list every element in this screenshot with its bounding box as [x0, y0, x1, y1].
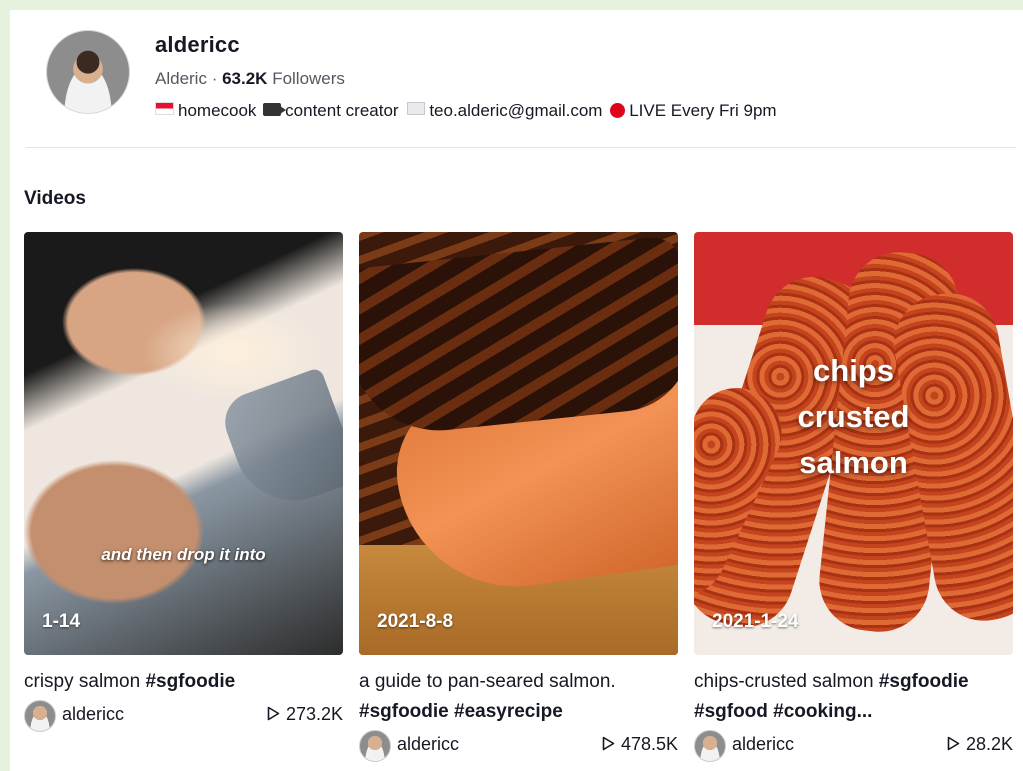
thumbnail-overlay-text: chips crusted salmon	[694, 348, 1013, 486]
envelope-icon	[407, 102, 426, 115]
play-icon	[602, 736, 615, 751]
video-meta: aldericc 478.5K	[359, 729, 678, 762]
video-tags[interactable]: #sgfoodie	[879, 671, 969, 692]
author-name[interactable]: aldericc	[397, 734, 459, 755]
video-title: chips-crusted salmon	[694, 671, 874, 692]
view-count-value: 478.5K	[620, 734, 678, 754]
profile-username[interactable]: aldericc	[155, 32, 240, 58]
video-caption[interactable]: crispy salmon #sgfoodie	[24, 667, 343, 697]
author-name[interactable]: aldericc	[62, 704, 124, 725]
followers-count: 63.2K	[222, 69, 268, 88]
video-title: crispy salmon	[24, 671, 141, 692]
view-count-value: 28.2K	[965, 734, 1013, 754]
video-tags[interactable]: #sgfoodie #easyrecipe	[359, 701, 563, 722]
profile-header: aldericc Alderic · 63.2K Followers homec…	[10, 10, 1023, 148]
bio-part-homecook: homecook	[178, 101, 257, 120]
singapore-flag-icon	[155, 102, 174, 115]
view-count: 273.2K	[267, 704, 343, 725]
subline-separator: ·	[206, 69, 223, 88]
bio-part-live: LIVE Every Fri 9pm	[629, 101, 777, 120]
author-avatar[interactable]	[359, 730, 391, 762]
bio-part-creator: content creator	[285, 101, 399, 120]
video-thumbnail[interactable]: chips crusted salmon 2021-1-24	[694, 232, 1013, 655]
author-avatar[interactable]	[694, 730, 726, 762]
video-tags[interactable]: #sgfoodie	[145, 671, 235, 692]
thumbnail-image	[359, 234, 678, 440]
profile-display-name: Alderic	[155, 69, 207, 88]
profile-avatar[interactable]	[46, 30, 130, 114]
profile-bio: homecook content creator teo.alderic@gma…	[155, 101, 777, 121]
view-count-value: 273.2K	[285, 704, 343, 724]
author-name[interactable]: aldericc	[732, 734, 794, 755]
overlay-line: crusted	[797, 399, 910, 434]
video-date: 2021-8-8	[377, 611, 454, 632]
video-card[interactable]: chips crusted salmon 2021-1-24 chips-cru…	[694, 232, 1013, 762]
overlay-line: salmon	[799, 445, 908, 480]
video-card[interactable]: and then drop it into 1-14 crispy salmon…	[24, 232, 343, 732]
red-circle-icon	[610, 103, 626, 118]
author-avatar[interactable]	[24, 700, 56, 732]
view-count: 478.5K	[602, 734, 678, 755]
video-date: 1-14	[42, 611, 81, 632]
overlay-line: chips	[813, 353, 894, 388]
video-thumbnail[interactable]: and then drop it into 1-14	[24, 232, 343, 655]
profile-page: aldericc Alderic · 63.2K Followers homec…	[10, 10, 1023, 771]
thumbnail-overlay-text: and then drop it into	[101, 545, 266, 564]
video-title: a guide to pan-seared salmon.	[359, 671, 616, 692]
bio-part-email: teo.alderic@gmail.com	[429, 101, 603, 120]
video-card[interactable]: 2021-8-8 a guide to pan-seared salmon. #…	[359, 232, 678, 762]
movie-camera-icon	[263, 103, 287, 116]
video-caption[interactable]: chips-crusted salmon #sgfoodie #sgfood #…	[694, 667, 1013, 727]
profile-subline: Alderic · 63.2K Followers	[155, 69, 345, 89]
thumbnail-image	[216, 366, 343, 518]
view-count: 28.2K	[947, 734, 1013, 755]
play-icon	[267, 706, 280, 721]
video-tags[interactable]: #sgfood #cooking...	[694, 701, 872, 722]
video-caption[interactable]: a guide to pan-seared salmon. #sgfoodie …	[359, 667, 678, 727]
video-meta: aldericc 273.2K	[24, 699, 343, 732]
followers-label: Followers	[272, 69, 345, 88]
play-icon	[947, 736, 960, 751]
section-divider	[26, 147, 1016, 148]
videos-section-title: Videos	[24, 188, 86, 209]
video-meta: aldericc 28.2K	[694, 729, 1013, 762]
video-date: 2021-1-24	[712, 611, 799, 632]
video-thumbnail[interactable]: 2021-8-8	[359, 232, 678, 655]
